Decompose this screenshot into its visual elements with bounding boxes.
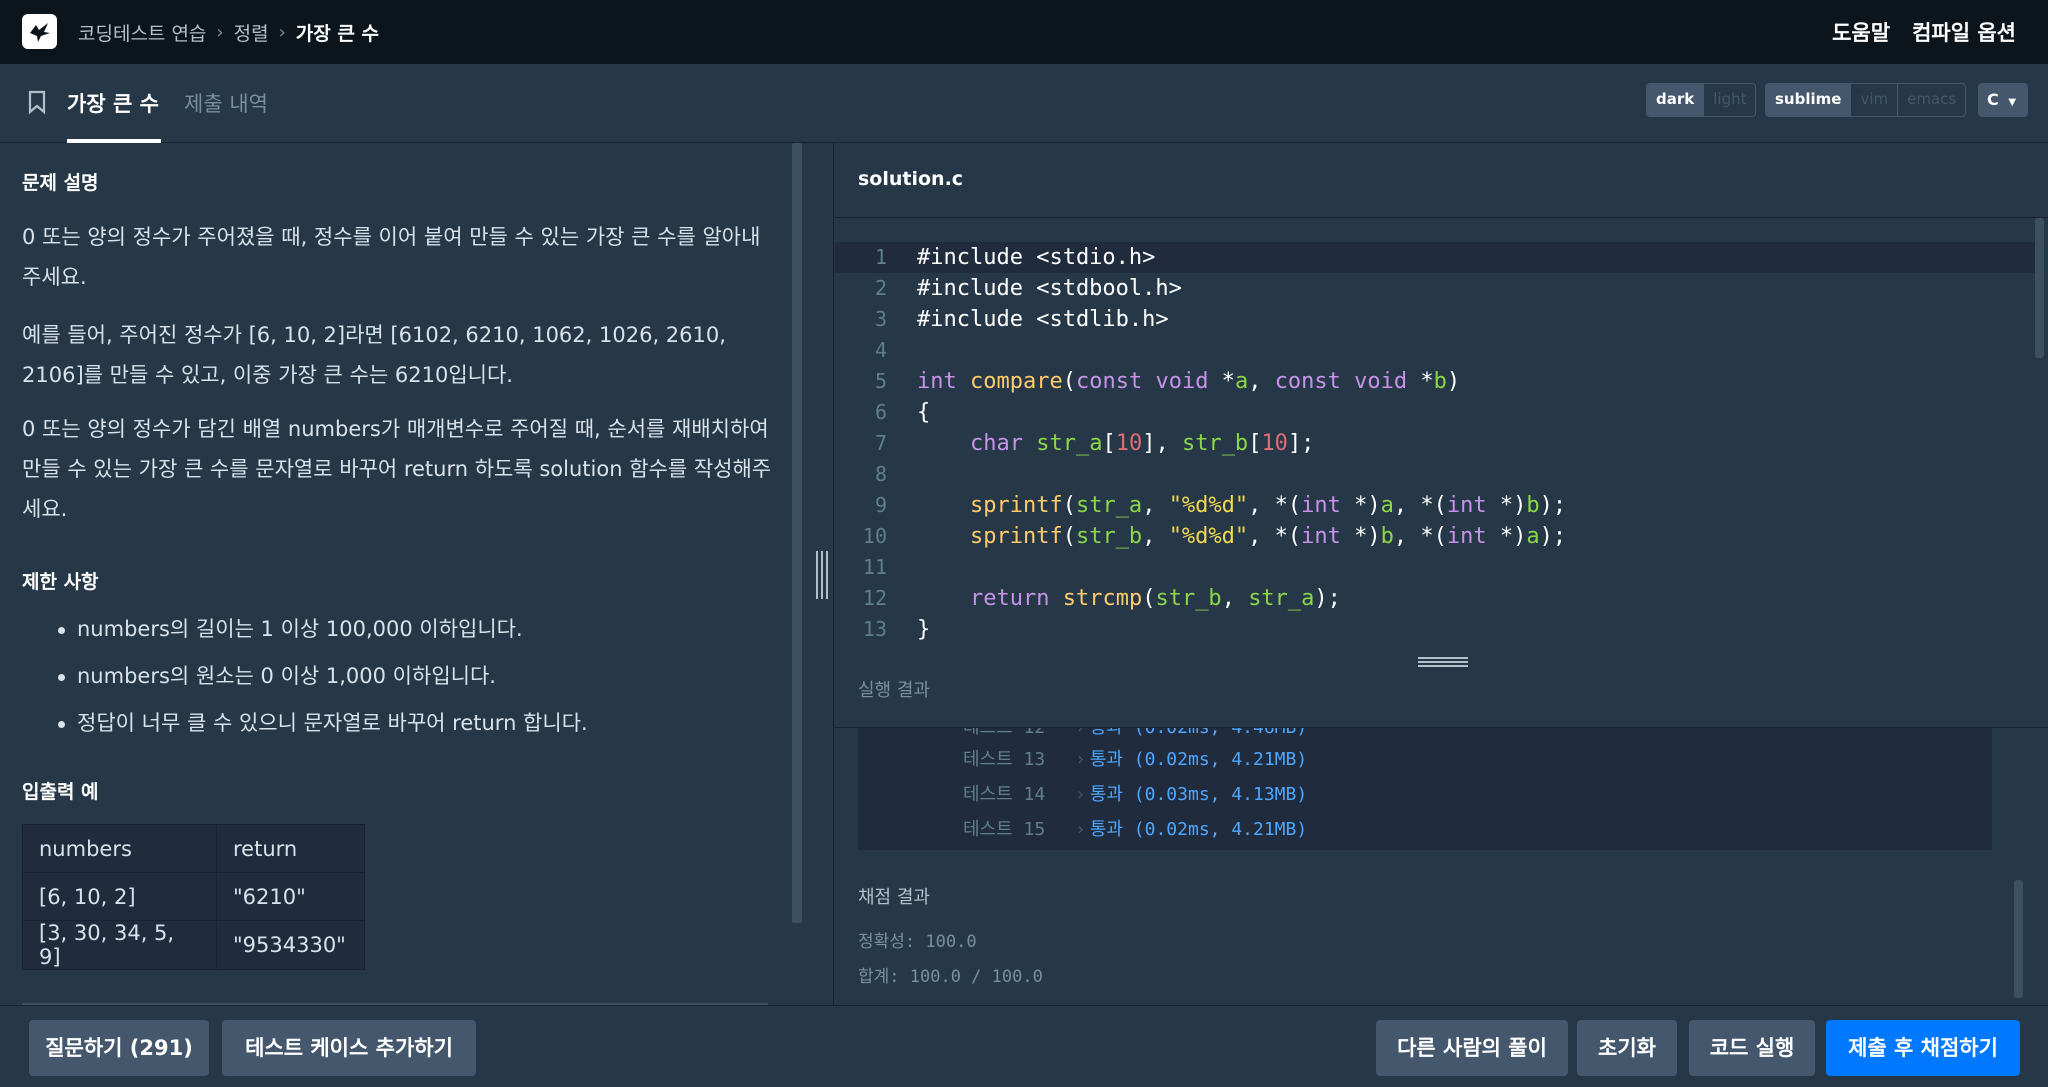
- caret-down-icon: ▼: [2008, 97, 2017, 108]
- help-link[interactable]: 도움말: [1832, 17, 1890, 47]
- io-example-table: numbers return [6, 10, 2] "6210" [3, 30,…: [22, 824, 365, 970]
- total-score: 합계: 100.0 / 100.0: [858, 967, 1043, 987]
- code-line[interactable]: 10 sprintf(str_b, "%d%d", *(int *)b, *(i…: [835, 521, 2035, 552]
- constraint-item: numbers의 원소는 0 이상 1,000 이하입니다.: [55, 656, 588, 703]
- horizontal-resize-handle[interactable]: [835, 650, 2048, 672]
- table-cell: [6, 10, 2]: [22, 872, 217, 921]
- drag-handle-icon: [1418, 657, 1468, 667]
- description-paragraph-1: 0 또는 양의 정수가 주어졌을 때, 정수를 이어 붙여 만들 수 있는 가장…: [22, 225, 761, 289]
- table-cell: "9534330": [216, 920, 365, 970]
- theme-dark-option[interactable]: dark: [1647, 84, 1705, 116]
- language-select[interactable]: C ▼: [1978, 83, 2028, 117]
- constraint-item: numbers의 길이는 1 이상 100,000 이하입니다.: [55, 609, 588, 656]
- results-title: 실행 결과: [858, 680, 930, 701]
- description-paragraph-2: 예를 들어, 주어진 정수가 [6, 10, 2]라면 [6102, 6210,…: [22, 323, 726, 387]
- table-header-cell: return: [216, 824, 365, 873]
- results-scrollbar[interactable]: [2014, 880, 2023, 998]
- theme-light-option[interactable]: light: [1704, 84, 1756, 116]
- keymap-vim-option[interactable]: vim: [1851, 84, 1899, 116]
- code-line[interactable]: 12 return strcmp(str_b, str_a);: [835, 583, 2035, 614]
- description-heading: 문제 설명: [22, 172, 99, 194]
- table-header-cell: numbers: [22, 824, 217, 873]
- compile-options-link[interactable]: 컴파일 옵션: [1912, 17, 2016, 47]
- constraints-heading: 제한 사항: [22, 571, 99, 593]
- tab-problem[interactable]: 가장 큰 수: [67, 88, 159, 118]
- code-line[interactable]: 2 #include <stdbool.h>: [835, 273, 2035, 304]
- test-results-box: 테스트 12›통과 (0.02ms, 4.46MB) 테스트 13›통과 (0.…: [858, 728, 1992, 850]
- table-header-row: numbers return: [22, 824, 365, 873]
- constraints-list: numbers의 길이는 1 이상 100,000 이하입니다. numbers…: [55, 609, 588, 750]
- keymap-toggle: sublime vim emacs: [1765, 83, 1967, 117]
- code-line[interactable]: 11: [835, 552, 2035, 583]
- tab-submissions[interactable]: 제출 내역: [184, 88, 268, 118]
- bookmark-icon[interactable]: [28, 90, 46, 114]
- table-cell: "6210": [216, 872, 365, 921]
- submit-button[interactable]: 제출 후 채점하기: [1826, 1020, 2020, 1076]
- keymap-emacs-option[interactable]: emacs: [1898, 84, 1966, 116]
- theme-toggle: dark light: [1646, 83, 1757, 117]
- code-line[interactable]: 9 sprintf(str_a, "%d%d", *(int *)a, *(in…: [835, 490, 2035, 521]
- run-code-button[interactable]: 코드 실행: [1689, 1020, 1815, 1076]
- add-testcase-button[interactable]: 테스트 케이스 추가하기: [222, 1020, 476, 1076]
- top-navbar: 코딩테스트 연습 › 정렬 › 가장 큰 수 도움말 컴파일 옵션: [0, 0, 2048, 64]
- test-result-row: 테스트 14 › 통과 (0.03ms, 4.13MB): [963, 784, 1308, 805]
- test-result-row: 테스트 15 › 통과 (0.02ms, 4.21MB): [963, 819, 1308, 840]
- code-line[interactable]: 8: [835, 459, 2035, 490]
- code-line[interactable]: 7 char str_a[10], str_b[10];: [835, 428, 2035, 459]
- others-solutions-button[interactable]: 다른 사람의 풀이: [1376, 1020, 1568, 1076]
- breadcrumb-current: 가장 큰 수: [295, 22, 379, 45]
- constraint-item: 정답이 너무 클 수 있으니 문자열로 바꾸어 return 합니다.: [55, 703, 588, 750]
- table-row: [6, 10, 2] "6210": [22, 872, 365, 921]
- breadcrumb-root[interactable]: 코딩테스트 연습: [78, 19, 206, 46]
- breadcrumb-category[interactable]: 정렬: [234, 19, 269, 46]
- io-example-heading: 입출력 예: [22, 781, 99, 803]
- chevron-right-icon: ›: [278, 21, 286, 43]
- results-header: 실행 결과: [835, 672, 2048, 728]
- breadcrumb: 코딩테스트 연습 › 정렬 › 가장 큰 수: [78, 0, 379, 64]
- accuracy-score: 정확성: 100.0: [858, 932, 977, 952]
- programmers-logo-icon[interactable]: [22, 14, 57, 49]
- top-links: 도움말 컴파일 옵션: [1832, 0, 2016, 64]
- ask-question-button[interactable]: 질문하기 (291): [29, 1020, 209, 1076]
- code-line[interactable]: 3 #include <stdlib.h>: [835, 304, 2035, 335]
- table-cell: [3, 30, 34, 5, 9]: [22, 920, 217, 970]
- code-line[interactable]: 6{: [835, 397, 2035, 428]
- file-header: solution.c: [835, 143, 2048, 218]
- table-row: [3, 30, 34, 5, 9] "9534330": [22, 920, 365, 970]
- file-name: solution.c: [858, 168, 964, 190]
- code-line[interactable]: 1 #include <stdio.h>: [835, 242, 2035, 273]
- problem-scrollbar[interactable]: [792, 143, 802, 923]
- code-line[interactable]: 13}: [835, 614, 2035, 645]
- problem-panel: 문제 설명 0 또는 양의 정수가 주어졌을 때, 정수를 이어 붙여 만들 수…: [0, 143, 792, 1005]
- tab-bar: 가장 큰 수 제출 내역 dark light sublime vim emac…: [0, 64, 2048, 143]
- code-line[interactable]: 5 int compare(const void *a, const void *…: [835, 366, 2035, 397]
- code-editor[interactable]: 1 #include <stdio.h> 2 #include <stdbool.h…: [835, 218, 2048, 650]
- code-line[interactable]: 4: [835, 335, 2035, 366]
- description-paragraph-3: 0 또는 양의 정수가 담긴 배열 numbers가 매개변수로 주어질 때, …: [22, 417, 772, 521]
- vertical-resize-handle[interactable]: [816, 551, 828, 599]
- editor-scrollbar[interactable]: [2035, 218, 2044, 358]
- chevron-right-icon: ›: [216, 21, 224, 43]
- grading-title: 채점 결과: [858, 887, 930, 908]
- reset-button[interactable]: 초기화: [1577, 1020, 1677, 1076]
- keymap-sublime-option[interactable]: sublime: [1766, 84, 1852, 116]
- language-value: C: [1987, 90, 1999, 109]
- test-result-row: 테스트 13 › 통과 (0.02ms, 4.21MB): [963, 749, 1308, 770]
